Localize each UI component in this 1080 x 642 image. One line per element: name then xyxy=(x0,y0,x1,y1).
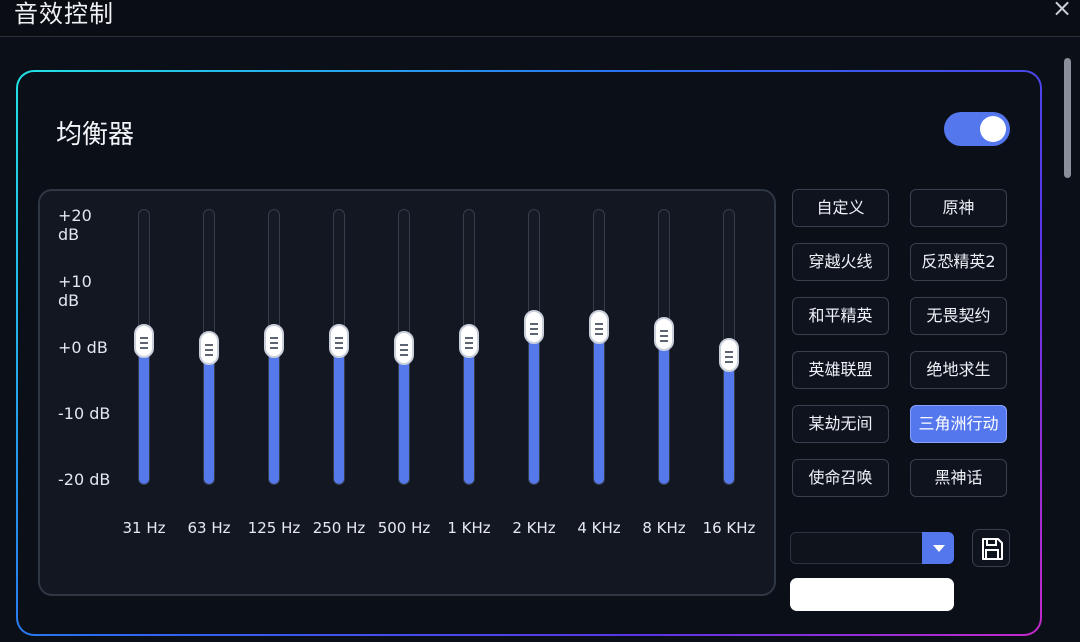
preset-grid: 自定义 原神 穿越火线 反恐精英2 和平精英 无畏契约 英雄联盟 绝地求生 某劫无间 三角洲行动使… xyxy=(792,189,1012,509)
eq-slider-fill xyxy=(204,346,214,484)
preset-button[interactable]: 使命召唤 xyxy=(792,459,889,497)
eq-frequency-label: 500 Hz xyxy=(377,519,431,537)
eq-slider-handle[interactable] xyxy=(264,324,284,359)
preset-button[interactable]: 三角洲行动 xyxy=(910,405,1007,443)
preset-button[interactable]: 穿越火线 xyxy=(792,243,889,281)
eq-slider-track[interactable] xyxy=(264,209,284,485)
preset-button[interactable]: 反恐精英2 xyxy=(910,243,1007,281)
eq-slider-track[interactable] xyxy=(719,209,739,485)
eq-slider-fill xyxy=(464,339,474,484)
eq-frequency-label: 16 KHz xyxy=(702,519,756,537)
preset-button[interactable]: 自定义 xyxy=(792,189,889,227)
save-icon xyxy=(982,538,1003,560)
equalizer-panel-border: 均衡器 +20 dB +10 dB +0 dB -10 dB -20 dB 31… xyxy=(16,70,1042,636)
eq-slider-handle[interactable] xyxy=(134,324,154,359)
eq-slider-handle[interactable] xyxy=(654,317,674,352)
eq-slider-fill xyxy=(529,325,539,484)
eq-frequency-label: 31 Hz xyxy=(122,519,166,537)
window-title: 音效控制 xyxy=(14,0,114,28)
eq-slider-track[interactable] xyxy=(589,209,609,485)
db-label-plus20: +20 dB xyxy=(58,206,92,244)
eq-slider-fill xyxy=(269,339,279,484)
eq-frequency-label: 1 KHz xyxy=(447,519,491,537)
eq-slider-handle[interactable] xyxy=(329,324,349,359)
eq-slider-track[interactable] xyxy=(459,209,479,485)
eq-frequency-label: 250 Hz xyxy=(312,519,366,537)
preset-button[interactable]: 原神 xyxy=(910,189,1007,227)
eq-slider-fill xyxy=(594,325,604,484)
equalizer-title: 均衡器 xyxy=(56,120,135,150)
eq-slider-handle[interactable] xyxy=(589,310,609,345)
eq-frequency-label: 2 KHz xyxy=(512,519,556,537)
db-label-minus10: -10 dB xyxy=(58,404,111,423)
toggle-knob xyxy=(980,116,1006,142)
eq-slider-handle[interactable] xyxy=(719,337,739,372)
eq-slider-handle[interactable] xyxy=(524,310,544,345)
db-label-zero: +0 dB xyxy=(58,338,108,357)
chevron-down-icon[interactable] xyxy=(922,532,954,564)
equalizer-toggle[interactable] xyxy=(944,112,1010,146)
eq-slider-track[interactable] xyxy=(524,209,544,485)
title-bar: 音效控制 × xyxy=(0,0,1080,37)
eq-slider-track[interactable] xyxy=(199,209,219,485)
eq-slider-handle[interactable] xyxy=(394,331,414,365)
eq-frequency-label: 4 KHz xyxy=(577,519,621,537)
eq-slider-handle[interactable] xyxy=(199,331,219,365)
preset-select[interactable] xyxy=(790,532,954,564)
eq-slider-track[interactable] xyxy=(394,209,414,485)
eq-frequency-label: 8 KHz xyxy=(642,519,686,537)
eq-slider-fill xyxy=(334,339,344,484)
close-icon[interactable]: × xyxy=(1050,0,1074,22)
eq-slider-track[interactable] xyxy=(329,209,349,485)
db-label-minus20: -20 dB xyxy=(58,470,111,489)
eq-frequency-label: 125 Hz xyxy=(247,519,301,537)
preset-button[interactable]: 无畏契约 xyxy=(910,297,1007,335)
preset-button[interactable]: 黑神话 xyxy=(910,459,1007,497)
eq-slider-track[interactable] xyxy=(134,209,154,485)
scrollbar[interactable] xyxy=(1064,58,1072,638)
eq-slider-fill xyxy=(724,352,734,484)
preset-button[interactable]: 某劫无间 xyxy=(792,405,889,443)
eq-slider-fill xyxy=(399,346,409,484)
preset-button[interactable]: 和平精英 xyxy=(792,297,889,335)
eq-slider-fill xyxy=(659,332,669,484)
scrollbar-thumb[interactable] xyxy=(1064,58,1071,178)
preset-button[interactable]: 英雄联盟 xyxy=(792,351,889,389)
equalizer-sliders: +20 dB +10 dB +0 dB -10 dB -20 dB 31 Hz 6… xyxy=(38,189,776,596)
save-button[interactable] xyxy=(972,529,1010,567)
eq-slider-fill xyxy=(139,339,149,484)
preset-button[interactable]: 绝地求生 xyxy=(910,351,1007,389)
equalizer-panel: 均衡器 +20 dB +10 dB +0 dB -10 dB -20 dB 31… xyxy=(18,72,1040,634)
preset-name-input[interactable] xyxy=(790,578,954,611)
eq-slider-track[interactable] xyxy=(654,209,674,485)
eq-slider-handle[interactable] xyxy=(459,324,479,359)
eq-frequency-label: 63 Hz xyxy=(187,519,231,537)
db-label-plus10: +10 dB xyxy=(58,272,92,310)
